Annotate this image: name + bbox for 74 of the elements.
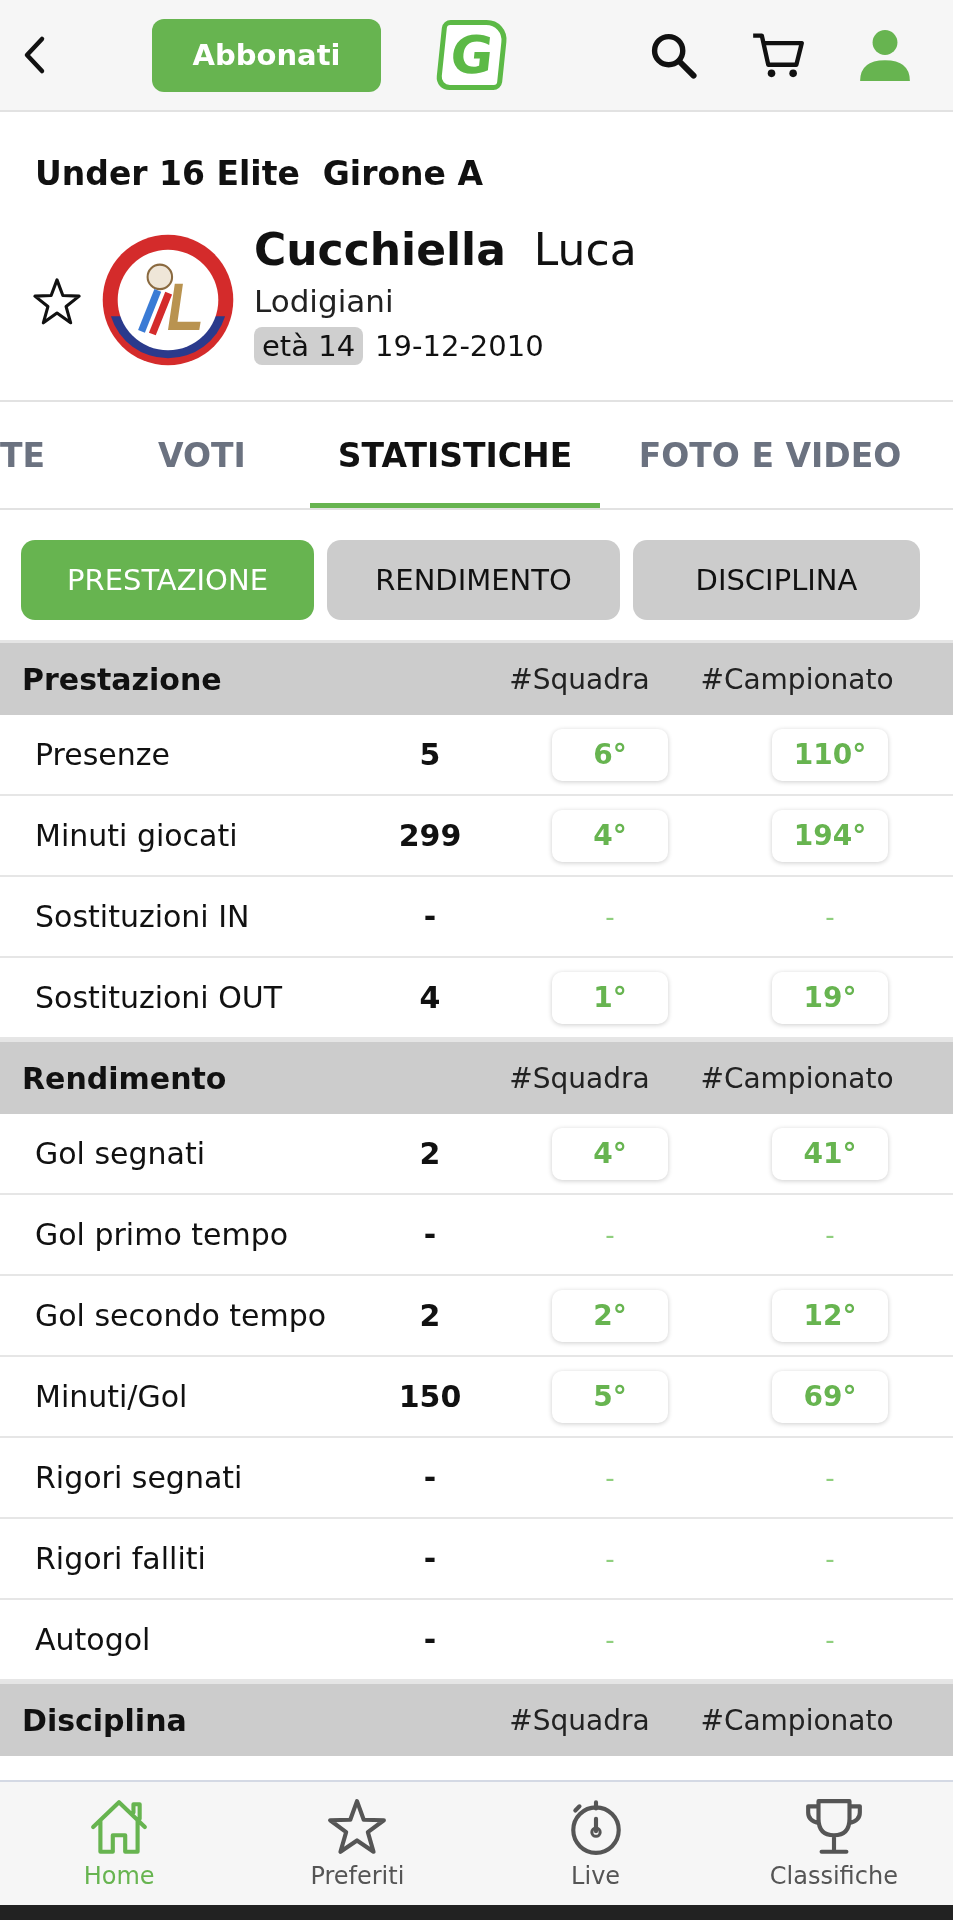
stat-label: Sostituzioni IN bbox=[35, 899, 251, 934]
team-rank: 1° bbox=[552, 971, 668, 1024]
section-title: Disciplina bbox=[22, 1702, 188, 1738]
stat-value: 150 bbox=[397, 1379, 463, 1414]
league-rank: 41° bbox=[772, 1127, 888, 1180]
section-title: Prestazione bbox=[22, 661, 223, 697]
stat-label: Gol secondo tempo bbox=[35, 1298, 328, 1333]
column-header: #Campionato bbox=[699, 1061, 895, 1095]
league-rank: - bbox=[825, 901, 835, 932]
team-crest-icon bbox=[100, 232, 236, 368]
nav-item[interactable]: Classifiche bbox=[714, 1782, 953, 1905]
stat-label: Rigori falliti bbox=[35, 1541, 207, 1576]
section-title: Rendimento bbox=[22, 1060, 228, 1096]
column-header: #Squadra bbox=[508, 1061, 651, 1095]
stat-value: 2 bbox=[418, 1136, 442, 1171]
stat-value: 2 bbox=[418, 1298, 442, 1333]
team-rank: - bbox=[605, 1624, 615, 1655]
stat-label: Rigori segnati bbox=[35, 1460, 244, 1495]
filter-button[interactable]: RENDIMENTO bbox=[327, 540, 620, 620]
stat-label: Minuti giocati bbox=[35, 818, 239, 853]
league-rank: - bbox=[825, 1624, 835, 1655]
stat-value: - bbox=[422, 899, 438, 934]
league-rank: 19° bbox=[772, 971, 888, 1024]
nav-item[interactable]: Preferiti bbox=[238, 1782, 477, 1905]
nav-item[interactable]: Live bbox=[476, 1782, 715, 1905]
league-rank: - bbox=[825, 1462, 835, 1493]
stat-label: Sostituzioni OUT bbox=[35, 980, 284, 1015]
team-rank: 4° bbox=[552, 809, 668, 862]
stat-label: Gol segnati bbox=[35, 1136, 207, 1171]
team-rank: 4° bbox=[552, 1127, 668, 1180]
team-rank: 2° bbox=[552, 1289, 668, 1342]
tab[interactable]: STATISTICHE bbox=[310, 402, 600, 508]
stat-value: 5 bbox=[418, 737, 442, 772]
filter-button[interactable]: PRESTAZIONE bbox=[21, 540, 314, 620]
league-rank: 194° bbox=[772, 809, 888, 862]
league-rank: 110° bbox=[772, 728, 888, 781]
app-logo[interactable]: G bbox=[435, 20, 509, 90]
team-rank: 6° bbox=[552, 728, 668, 781]
age-badge: età 14 bbox=[254, 327, 364, 365]
tab[interactable]: FOTO E VIDEO bbox=[600, 402, 930, 508]
column-header: #Squadra bbox=[508, 1703, 651, 1737]
league-rank: - bbox=[825, 1543, 835, 1574]
stat-value: - bbox=[422, 1622, 438, 1657]
player-name: Cucchiella Luca bbox=[254, 224, 637, 275]
column-header: #Campionato bbox=[699, 1703, 895, 1737]
back-icon[interactable] bbox=[22, 35, 46, 75]
team-rank: - bbox=[605, 1219, 615, 1250]
stat-label: Gol primo tempo bbox=[35, 1217, 290, 1252]
stat-value: 299 bbox=[397, 818, 463, 853]
filter-button[interactable]: DISCIPLINA bbox=[633, 540, 920, 620]
star-icon bbox=[326, 1797, 389, 1856]
stat-value: - bbox=[422, 1460, 438, 1495]
stat-value: - bbox=[422, 1541, 438, 1576]
column-header: #Campionato bbox=[699, 662, 895, 696]
league-rank: 12° bbox=[772, 1289, 888, 1342]
team-rank: - bbox=[605, 901, 615, 932]
league-rank: - bbox=[825, 1219, 835, 1250]
tab[interactable]: VOTI bbox=[100, 402, 310, 508]
team-name: Lodigiani bbox=[254, 283, 395, 319]
stat-label: Presenze bbox=[35, 737, 171, 772]
competition-title: Under 16 Elite Girone A bbox=[34, 153, 484, 195]
stat-label: Minuti/Gol bbox=[35, 1379, 189, 1414]
column-header: #Squadra bbox=[508, 662, 651, 696]
team-rank: 5° bbox=[552, 1370, 668, 1423]
tab[interactable]: TE bbox=[0, 402, 100, 508]
stat-value: - bbox=[422, 1217, 438, 1252]
cart-icon[interactable] bbox=[751, 30, 805, 80]
subscribe-button[interactable]: Abbonati bbox=[152, 18, 381, 92]
team-rank: - bbox=[605, 1462, 615, 1493]
stat-value: 4 bbox=[418, 980, 442, 1015]
stat-label: Autogol bbox=[35, 1622, 152, 1657]
league-rank: 69° bbox=[772, 1370, 888, 1423]
birth-date: 19-12-2010 bbox=[375, 329, 544, 363]
team-rank: - bbox=[605, 1543, 615, 1574]
